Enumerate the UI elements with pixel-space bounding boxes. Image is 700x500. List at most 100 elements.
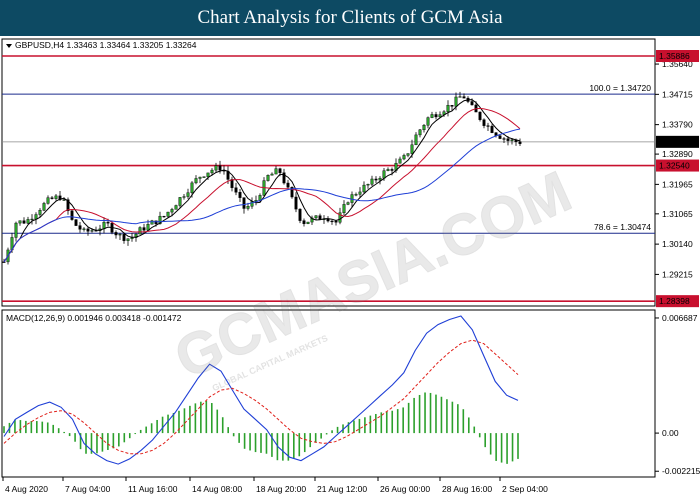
macd-histogram-bar (30, 421, 33, 434)
candle-body (350, 194, 354, 203)
candle-body (186, 192, 190, 197)
macd-histogram-bar (150, 423, 153, 434)
candle-body (74, 219, 78, 226)
level-price-label: 1.35886 (659, 51, 690, 61)
candle-body (210, 169, 214, 174)
chart-svg[interactable]: GBPUSD,H4 1.33463 1.33464 1.33205 1.3326… (0, 36, 700, 500)
macd-histogram-bar (369, 415, 372, 434)
macd-histogram-bar (298, 433, 301, 457)
macd-histogram-bar (489, 433, 492, 455)
candle-body (214, 165, 218, 171)
x-tick-label: 28 Aug 16:00 (442, 484, 492, 494)
candle-body (14, 222, 18, 238)
y-tick-label: 1.31965 (662, 179, 693, 189)
macd-histogram-bar (314, 433, 317, 443)
macd-histogram-bar (467, 417, 470, 434)
dropdown-triangle-icon[interactable] (6, 44, 12, 48)
macd-histogram-bar (227, 427, 229, 434)
candle-body (306, 221, 310, 224)
candle-body (470, 101, 474, 106)
candle-body (42, 203, 46, 211)
candle-body (482, 119, 486, 126)
macd-histogram-bar (478, 433, 481, 438)
candle-body (398, 158, 402, 164)
candle-body (22, 220, 26, 224)
level-price-label: 1.32540 (659, 161, 690, 171)
x-tick-label: 2 Sep 04:00 (502, 484, 548, 494)
candle-body (458, 96, 462, 98)
candle-body (238, 192, 242, 198)
candle-body (274, 168, 278, 175)
macd-histogram-bar (216, 409, 219, 434)
candle-body (182, 196, 186, 198)
macd-histogram-bar (74, 433, 76, 442)
candle-body (54, 195, 58, 199)
candle-body (86, 228, 90, 232)
candle-body (146, 224, 150, 231)
x-tick-label: 4 Aug 2020 (5, 484, 48, 494)
macd-histogram-bar (358, 418, 361, 434)
candle-body (294, 196, 298, 210)
candle-body (374, 178, 378, 181)
candle-body (242, 197, 246, 209)
x-tick-label: 7 Aug 04:00 (65, 484, 111, 494)
candle-body (194, 178, 198, 184)
chart-panel[interactable]: GBPUSD,H4 1.33463 1.33464 1.33205 1.3326… (0, 36, 700, 500)
macd-histogram-bar (128, 433, 131, 439)
candle-body (382, 170, 386, 179)
macd-histogram-bar (435, 394, 437, 434)
candle-body (278, 168, 282, 173)
macd-histogram-bar (391, 410, 394, 434)
x-tick-label: 18 Aug 20:00 (256, 484, 306, 494)
candle-body (462, 96, 466, 99)
candle-body (174, 205, 178, 210)
candle-body (286, 182, 290, 188)
candle-body (370, 178, 374, 185)
candle-body (490, 125, 494, 133)
candle-body (114, 232, 118, 236)
macd-histogram-bar (57, 428, 60, 434)
macd-histogram-bar (25, 420, 27, 434)
candle-body (418, 129, 422, 136)
candle-body (486, 125, 490, 127)
candle-body (502, 138, 506, 140)
macd-histogram-bar (112, 433, 115, 449)
candle-body (346, 202, 350, 205)
candle-body (178, 197, 182, 206)
y-tick-label: 1.32890 (662, 149, 693, 159)
macd-histogram-bar (243, 433, 246, 449)
macd-histogram-bar (506, 433, 508, 464)
macd-histogram-bar (385, 411, 388, 434)
macd-histogram-bar (36, 421, 38, 434)
candle-body (170, 209, 174, 213)
macd-histogram-bar (238, 433, 240, 443)
candle-body (190, 182, 194, 193)
level-price-label: 1.28398 (659, 296, 690, 306)
macd-pane-frame (1, 309, 656, 478)
macd-histogram-bar (375, 413, 377, 434)
candle-body (218, 165, 222, 171)
macd-histogram-bar (331, 430, 333, 434)
candle-body (450, 105, 454, 107)
macd-histogram-bar (85, 433, 87, 454)
macd-histogram-bar (353, 420, 355, 434)
candle-body (358, 191, 362, 195)
candle-body (354, 194, 358, 196)
candle-body (46, 197, 50, 204)
macd-histogram-bar (161, 416, 164, 434)
candle-body (38, 210, 42, 215)
candle-body (334, 220, 338, 223)
macd-histogram-bar (282, 433, 284, 461)
macd-histogram-bar (424, 392, 426, 434)
candle-body (434, 114, 438, 118)
macd-histogram-bar (260, 433, 262, 453)
candle-body (70, 210, 74, 220)
y-tick-label: 1.33790 (662, 120, 693, 130)
candle-body (314, 215, 318, 219)
candle-body (138, 227, 142, 235)
candle-body (498, 135, 502, 139)
candle-body (270, 173, 274, 176)
candle-body (386, 169, 390, 171)
candle-body (122, 234, 126, 241)
candle-body (510, 139, 514, 141)
